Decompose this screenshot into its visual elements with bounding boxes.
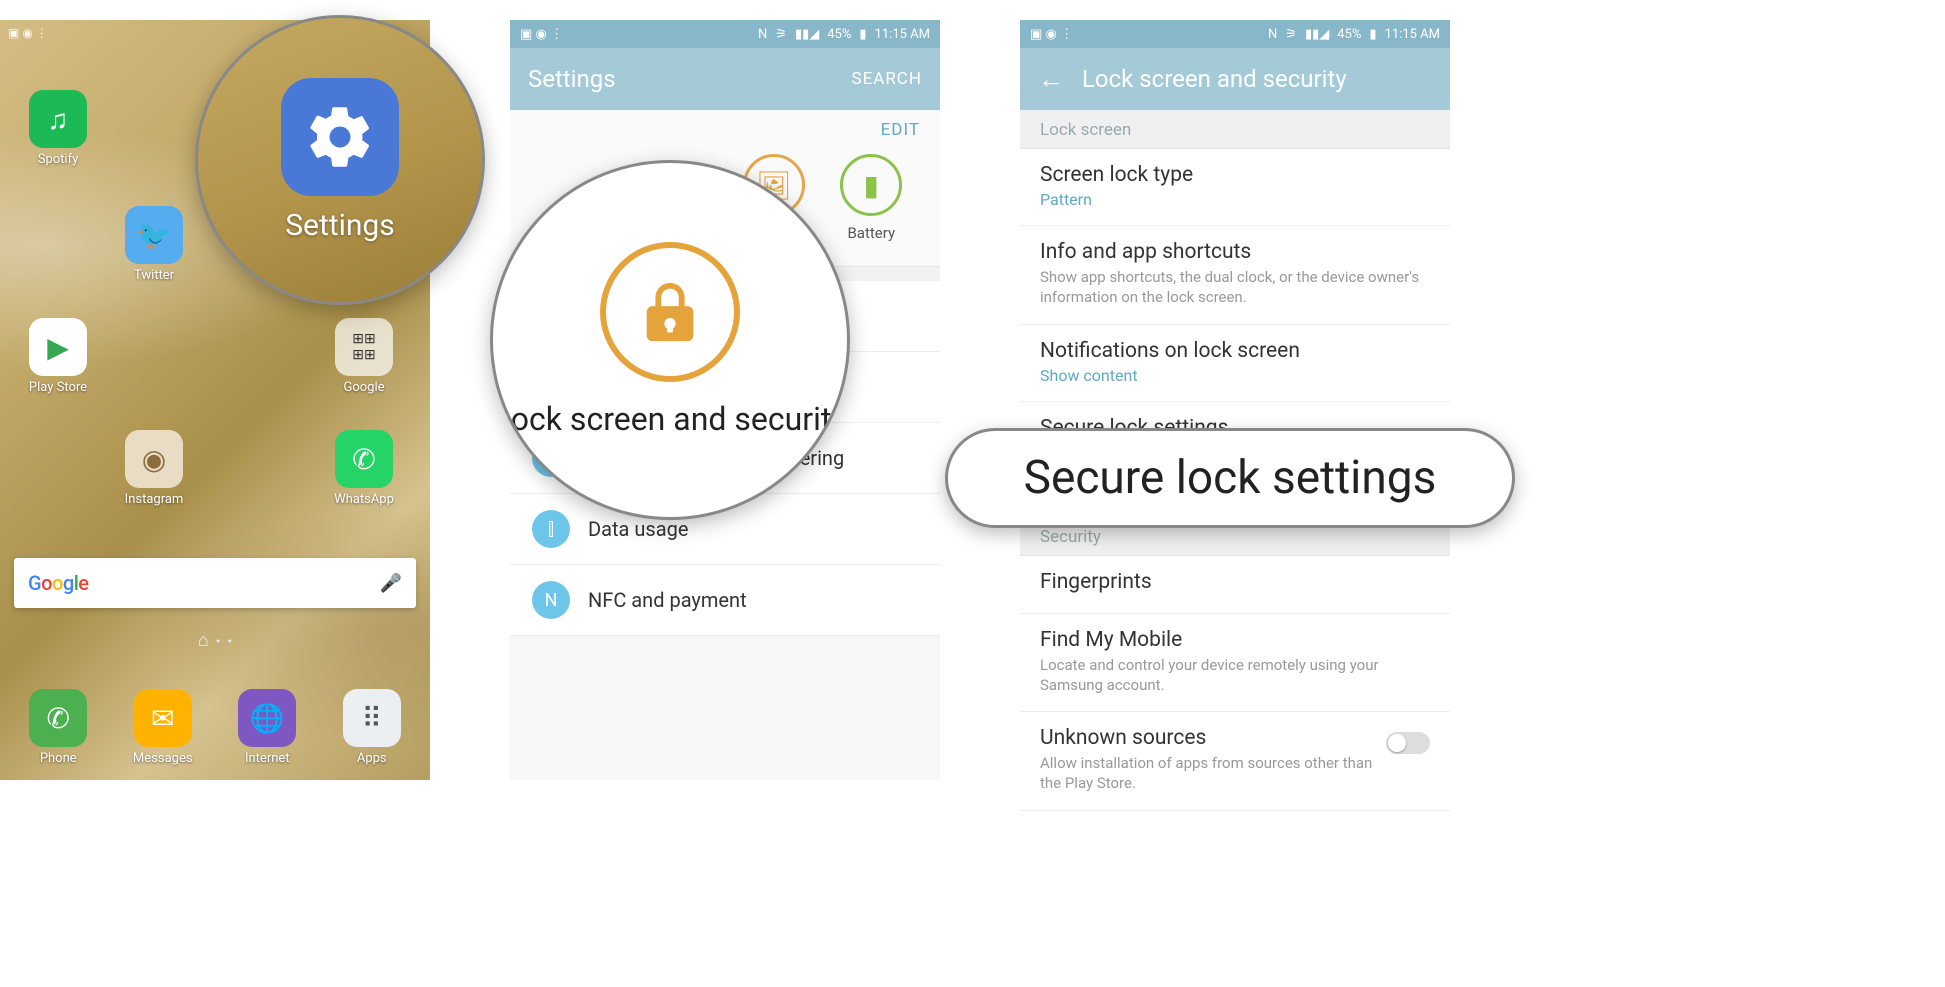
status-left-icons: ▣ ◉ ⋮ bbox=[520, 27, 563, 42]
header-title: Settings bbox=[528, 65, 616, 93]
item-title: Info and app shortcuts bbox=[1040, 240, 1430, 264]
app-label: Instagram bbox=[112, 492, 196, 507]
edit-button[interactable]: EDIT bbox=[510, 110, 940, 146]
phone-lockscreen-settings: ▣ ◉ ⋮ N ⚞ ▮▮◢ 45% ▮ 11:15 AM ← Lock scre… bbox=[1020, 20, 1450, 780]
item-value: Pattern bbox=[1040, 190, 1430, 209]
battery-icon: ▮ bbox=[840, 154, 902, 216]
callout-label: Settings bbox=[285, 208, 395, 243]
shortcut-label: Battery bbox=[847, 224, 895, 242]
app-twitter[interactable]: 🐦 Twitter bbox=[112, 206, 196, 283]
item-label: Data usage bbox=[588, 517, 688, 541]
app-spotify[interactable]: ♫ Spotify bbox=[16, 90, 100, 167]
nfc-icon: N bbox=[758, 27, 767, 42]
item-fingerprints[interactable]: Fingerprints bbox=[1020, 556, 1450, 614]
status-left-icons: ▣ ◉ ⋮ bbox=[1030, 27, 1073, 42]
app-label: Phone bbox=[16, 751, 100, 766]
app-label: Twitter bbox=[112, 268, 196, 283]
item-find-mobile[interactable]: Find My Mobile Locate and control your d… bbox=[1020, 614, 1450, 713]
dock-internet[interactable]: 🌐 Internet bbox=[225, 689, 309, 766]
item-unknown-sources[interactable]: Unknown sources Allow installation of ap… bbox=[1020, 712, 1450, 811]
item-title: Find My Mobile bbox=[1040, 628, 1430, 652]
app-google-folder[interactable]: ⊞⊞⊞⊞ Google bbox=[322, 318, 406, 395]
status-left-icons: ▣ ◉ ⋮ bbox=[8, 26, 48, 40]
app-label: WhatsApp bbox=[322, 492, 406, 507]
phone-settings-screen: ▣ ◉ ⋮ N ⚞ ▮▮◢ 45% ▮ 11:15 AM Settings SE… bbox=[510, 20, 940, 780]
callout-label: Lock screen and security bbox=[494, 400, 847, 438]
item-title: Notifications on lock screen bbox=[1040, 339, 1430, 363]
status-bar: ▣ ◉ ⋮ N ⚞ ▮▮◢ 45% ▮ 11:15 AM bbox=[1020, 20, 1450, 48]
wifi-icon: ⚞ bbox=[1285, 27, 1297, 42]
mic-icon[interactable]: 🎤 bbox=[380, 573, 402, 594]
callout-secure-lock: Secure lock settings bbox=[945, 428, 1515, 528]
chart-icon: ⫿ bbox=[532, 510, 570, 548]
dock-phone[interactable]: ✆ Phone bbox=[16, 689, 100, 766]
app-playstore[interactable]: ▶ Play Store bbox=[16, 318, 100, 395]
search-action[interactable]: SEARCH bbox=[851, 69, 922, 89]
callout-lock-screen: Lock screen and security bbox=[490, 160, 850, 520]
callout-label: Secure lock settings bbox=[1024, 451, 1437, 505]
app-label: Apps bbox=[330, 751, 414, 766]
wifi-icon: ⚞ bbox=[775, 27, 787, 42]
settings-header: Settings SEARCH bbox=[510, 48, 940, 110]
battery-text: 45% bbox=[827, 27, 851, 42]
item-title: Fingerprints bbox=[1040, 570, 1430, 594]
item-desc: Show app shortcuts, the dual clock, or t… bbox=[1040, 267, 1430, 308]
phone-home-screen: ▣ ◉ ⋮ ♫ Spotify 🐦 Twitter ▶ Play Store ⊞… bbox=[0, 20, 430, 780]
callout-settings-app: Settings bbox=[195, 15, 485, 305]
header-title: Lock screen and security bbox=[1082, 65, 1347, 93]
clock-text: 11:15 AM bbox=[875, 27, 930, 42]
item-info-shortcuts[interactable]: Info and app shortcuts Show app shortcut… bbox=[1020, 226, 1450, 325]
nfc-icon: N bbox=[532, 581, 570, 619]
dock-apps[interactable]: ⠿ Apps bbox=[330, 689, 414, 766]
app-label: Spotify bbox=[16, 152, 100, 167]
item-value: Show content bbox=[1040, 366, 1430, 385]
app-whatsapp[interactable]: ✆ WhatsApp bbox=[322, 430, 406, 507]
settings-icon[interactable] bbox=[281, 78, 399, 196]
home-indicator-icon: ⌂ bbox=[198, 630, 209, 651]
nfc-icon: N bbox=[1268, 27, 1277, 42]
page-indicator: ⌂ • • bbox=[0, 630, 430, 651]
app-label: Internet bbox=[225, 751, 309, 766]
status-bar: ▣ ◉ ⋮ N ⚞ ▮▮◢ 45% ▮ 11:15 AM bbox=[510, 20, 940, 48]
lock-icon[interactable] bbox=[600, 242, 740, 382]
app-instagram[interactable]: ◉ Instagram bbox=[112, 430, 196, 507]
clock-text: 11:15 AM bbox=[1385, 27, 1440, 42]
battery-icon: ▮ bbox=[859, 27, 866, 42]
item-title: Screen lock type bbox=[1040, 163, 1430, 187]
item-screen-lock-type[interactable]: Screen lock type Pattern bbox=[1020, 149, 1450, 226]
battery-text: 45% bbox=[1337, 27, 1361, 42]
shortcut-battery[interactable]: ▮ Battery bbox=[823, 154, 921, 242]
app-label: Play Store bbox=[16, 380, 100, 395]
google-search-bar[interactable]: Google 🎤 bbox=[14, 558, 416, 608]
item-notifications[interactable]: Notifications on lock screen Show conten… bbox=[1020, 325, 1450, 402]
google-logo: Google bbox=[28, 571, 89, 595]
item-desc: Locate and control your device remotely … bbox=[1040, 655, 1430, 696]
dock-messages[interactable]: ✉ Messages bbox=[121, 689, 205, 766]
lockscreen-header: ← Lock screen and security bbox=[1020, 48, 1450, 110]
section-lock-screen: Lock screen bbox=[1020, 110, 1450, 149]
app-label: Messages bbox=[121, 751, 205, 766]
settings-item-nfc[interactable]: N NFC and payment bbox=[510, 565, 940, 636]
item-desc: Allow installation of apps from sources … bbox=[1040, 753, 1430, 794]
back-icon[interactable]: ← bbox=[1038, 64, 1064, 95]
item-title: Unknown sources bbox=[1040, 726, 1430, 750]
signal-icon: ▮▮◢ bbox=[795, 27, 819, 42]
dock: ✆ Phone ✉ Messages 🌐 Internet ⠿ Apps bbox=[0, 689, 430, 766]
toggle-switch[interactable] bbox=[1386, 732, 1430, 754]
item-label: NFC and payment bbox=[588, 588, 747, 612]
battery-icon: ▮ bbox=[1369, 27, 1376, 42]
signal-icon: ▮▮◢ bbox=[1305, 27, 1329, 42]
app-label: Google bbox=[322, 380, 406, 395]
